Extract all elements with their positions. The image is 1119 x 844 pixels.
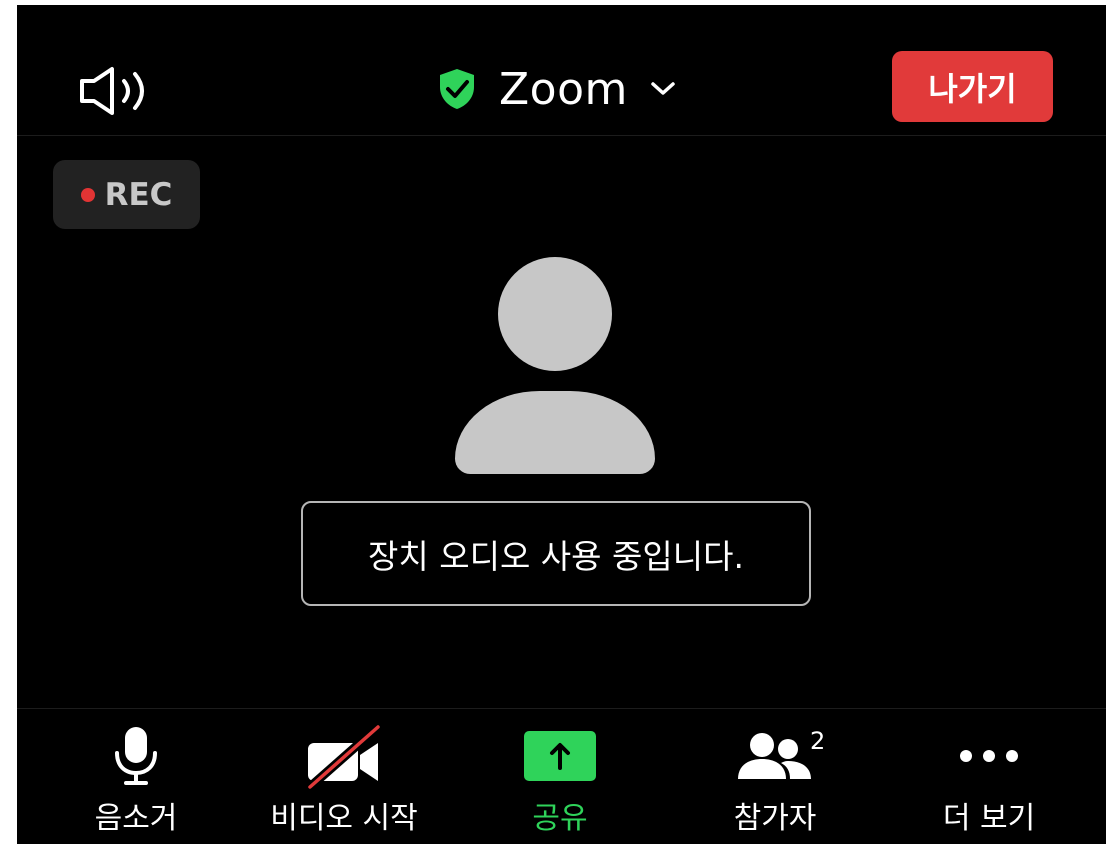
video-off-icon	[307, 723, 381, 789]
chevron-down-icon	[651, 82, 675, 95]
share-arrow-up-icon	[524, 731, 596, 781]
meeting-title-dropdown[interactable]: Zoom	[437, 61, 676, 117]
speaker-button[interactable]	[79, 65, 165, 117]
audio-status-toast: 장치 오디오 사용 중입니다.	[301, 501, 811, 606]
participants-label: 참가자	[733, 801, 817, 836]
start-video-button[interactable]: 비디오 시작	[244, 709, 444, 844]
meeting-toolbar: 음소거 비디오 시작 공유 2 참가자 더 보기	[17, 708, 1106, 844]
participants-count-badge: 2	[810, 727, 826, 755]
avatar-head	[498, 257, 612, 371]
mute-label: 음소거	[94, 801, 178, 836]
recording-label: REC	[104, 176, 173, 213]
avatar-body	[455, 391, 655, 474]
participants-icon	[738, 733, 811, 779]
share-button[interactable]: 공유	[460, 709, 660, 844]
mute-button[interactable]: 음소거	[36, 709, 236, 844]
more-label: 더 보기	[942, 801, 1036, 836]
share-label: 공유	[532, 801, 588, 836]
recording-dot-icon	[80, 187, 95, 202]
shield-check-icon	[440, 69, 474, 109]
more-dots-icon	[960, 750, 1018, 762]
recording-badge: REC	[53, 160, 200, 229]
meeting-title: Zoom	[499, 63, 628, 115]
microphone-icon	[115, 727, 157, 785]
leave-button[interactable]: 나가기	[892, 51, 1053, 122]
participants-button[interactable]: 2 참가자	[675, 709, 875, 844]
meeting-header: Zoom 나가기	[17, 5, 1106, 136]
more-button[interactable]: 더 보기	[889, 709, 1089, 844]
start-video-label: 비디오 시작	[270, 801, 418, 836]
speaker-icon	[80, 67, 144, 115]
zoom-meeting-screen: Zoom 나가기 REC 장치 오디오 사용 중입니다. 음소거 비디오 시작 …	[17, 5, 1106, 844]
